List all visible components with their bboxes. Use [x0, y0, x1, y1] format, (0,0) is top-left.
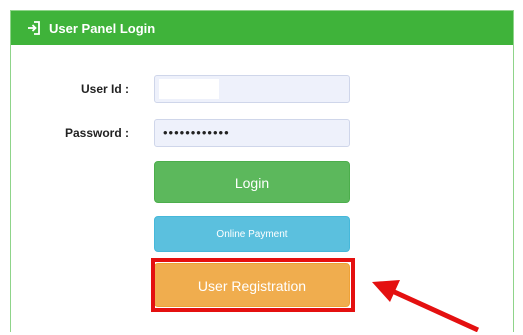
password-input[interactable]: •••••••••••• — [154, 119, 350, 147]
userid-input[interactable] — [154, 75, 350, 103]
annotation-arrow-icon — [372, 280, 480, 332]
userid-label: User Id : — [80, 82, 129, 96]
panel-title: User Panel Login — [49, 20, 156, 36]
password-label: Password : — [64, 126, 129, 140]
panel-header: User Panel Login — [11, 11, 513, 45]
online-payment-button[interactable]: Online Payment — [154, 216, 350, 252]
login-icon — [25, 19, 43, 37]
user-registration-button[interactable]: User Registration — [154, 263, 350, 307]
userid-mask — [159, 79, 219, 99]
login-button[interactable]: Login — [154, 161, 350, 203]
